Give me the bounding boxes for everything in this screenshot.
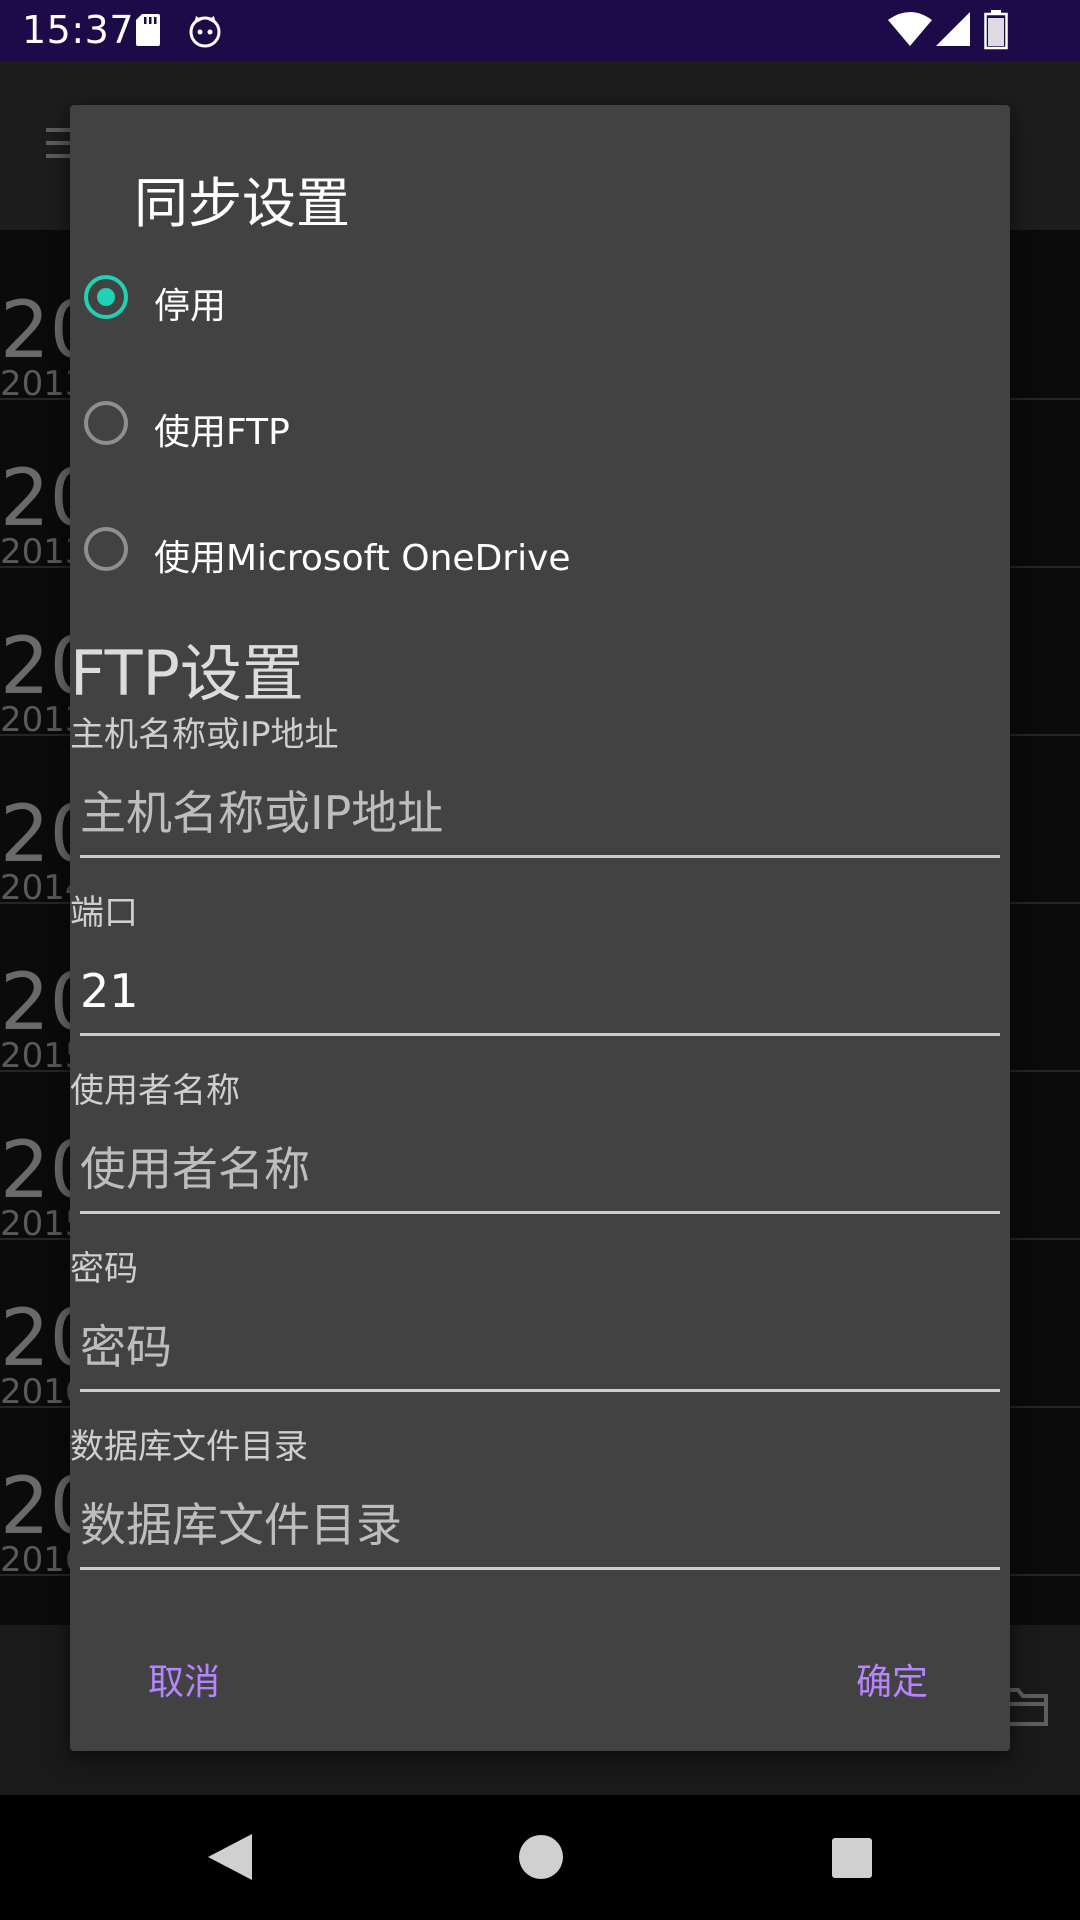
radio-dot — [97, 288, 115, 306]
radio-label: 使用FTP — [154, 412, 290, 453]
battery-icon — [984, 10, 1008, 50]
password-label: 密码 — [70, 1249, 138, 1289]
home-icon[interactable] — [518, 1834, 564, 1880]
radio-label: 停用 — [154, 286, 227, 327]
radio-option-ftp[interactable]: 使用FTP — [84, 381, 984, 471]
username-label: 使用者名称 — [70, 1071, 240, 1111]
wifi-icon — [888, 12, 932, 46]
sd-card-icon — [136, 14, 160, 46]
host-label: 主机名称或IP地址 — [70, 715, 339, 755]
radio-option-disable[interactable]: 停用 — [84, 255, 984, 345]
username-field — [80, 1131, 1000, 1214]
back-icon[interactable] — [206, 1832, 252, 1882]
ftp-settings-heading: FTP设置 — [70, 637, 304, 710]
password-input[interactable] — [80, 1309, 1000, 1385]
ok-button[interactable]: 确定 — [856, 1653, 928, 1705]
cat-icon — [189, 16, 221, 48]
username-input[interactable] — [80, 1131, 1000, 1207]
password-field — [80, 1309, 1000, 1392]
status-bar: 15:37 — [0, 0, 1080, 62]
port-label: 端口 — [70, 893, 138, 933]
radio-checked-icon[interactable] — [84, 275, 128, 319]
host-input[interactable] — [80, 775, 1000, 851]
cancel-button[interactable]: 取消 — [148, 1653, 220, 1705]
db-dir-input[interactable] — [80, 1487, 1000, 1563]
radio-unchecked-icon[interactable] — [84, 401, 128, 445]
port-input[interactable] — [80, 953, 1000, 1029]
radio-unchecked-icon[interactable] — [84, 527, 128, 571]
db-dir-field — [80, 1487, 1000, 1570]
host-field — [80, 775, 1000, 858]
recent-apps-icon[interactable] — [832, 1838, 872, 1878]
status-time: 15:37 — [22, 8, 135, 52]
sync-settings-dialog: 同步设置 停用 使用FTP 使用Microsoft OneDrive FTP设置… — [70, 105, 1010, 1751]
radio-label: 使用Microsoft OneDrive — [154, 538, 571, 579]
port-field — [80, 953, 1000, 1036]
radio-option-onedrive[interactable]: 使用Microsoft OneDrive — [84, 507, 984, 597]
db-dir-label: 数据库文件目录 — [70, 1427, 308, 1467]
signal-icon — [936, 12, 970, 46]
dialog-title: 同步设置 — [134, 172, 350, 235]
